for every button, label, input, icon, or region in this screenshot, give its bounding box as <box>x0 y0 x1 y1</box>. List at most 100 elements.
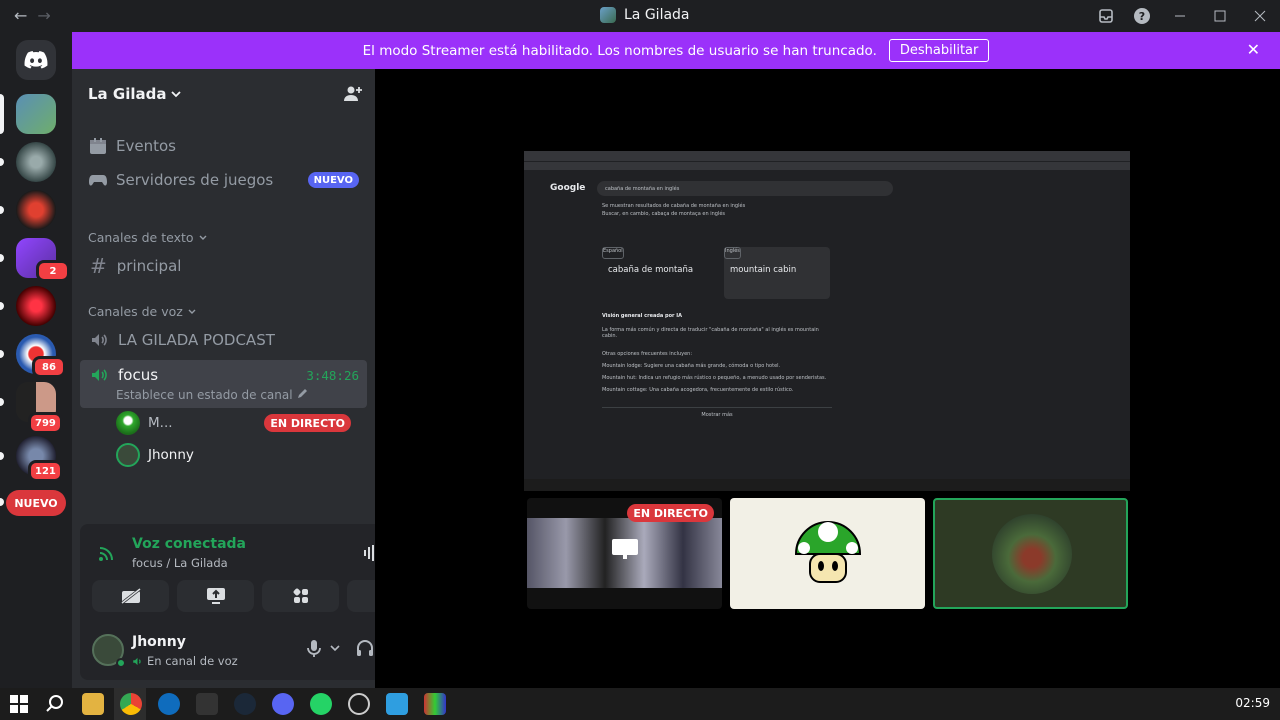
guild-icon-2[interactable] <box>16 142 56 182</box>
participant-tile-1[interactable] <box>730 498 925 609</box>
discord-icon[interactable] <box>272 693 294 715</box>
unread-pill <box>0 158 4 166</box>
headphones-icon[interactable] <box>355 638 375 658</box>
banner-message: El modo Streamer está habilitado. Los no… <box>362 42 877 59</box>
live-badge: EN DIRECTO <box>264 414 351 432</box>
screen-share-icon <box>206 588 225 604</box>
events-label: Eventos <box>116 137 176 155</box>
voice-channels-category[interactable]: Canales de voz <box>88 304 197 319</box>
new-guild-badge: NUEVO <box>6 490 66 516</box>
channel-principal[interactable]: # principal <box>80 250 367 282</box>
participant-tile-2[interactable] <box>933 498 1128 609</box>
source-box: Español cabaña de montaña <box>602 247 722 299</box>
participant-avatar <box>992 514 1072 594</box>
activities-icon <box>293 588 308 603</box>
channel-status[interactable]: Establece un estado de canal <box>116 388 308 402</box>
whatsapp-icon[interactable] <box>310 693 332 715</box>
winrar-icon[interactable] <box>424 693 446 715</box>
ai-overview-title: Visión general creada por IA <box>602 313 682 319</box>
chevron-down-icon <box>188 309 196 314</box>
channel-name: LA GILADA PODCAST <box>118 331 275 349</box>
inbox-icon[interactable] <box>1088 0 1124 32</box>
unread-pill <box>0 302 4 310</box>
server-icon <box>600 7 616 23</box>
source-text: cabaña de montaña <box>608 265 694 275</box>
game-servers-label: Servidores de juegos <box>116 171 274 189</box>
channel-status-text: Establece un estado de canal <box>116 388 293 402</box>
browser-tabs <box>524 151 1130 161</box>
stream-tile[interactable]: EN DIRECTO <box>527 498 722 609</box>
ai-overview-text: La forma más común y directa de traducir… <box>602 327 819 339</box>
ai-option: Mountain lodge: Sugiere una cabaña más g… <box>602 363 781 369</box>
voice-timer: 3:48:26 <box>306 368 359 383</box>
target-lang: Inglés <box>724 247 741 259</box>
voice-stage: Google cabaña de montaña en inglés Se mu… <box>375 69 1280 688</box>
edge-icon[interactable] <box>158 693 180 715</box>
text-channels-category[interactable]: Canales de texto <box>88 230 208 245</box>
unread-pill <box>0 254 4 262</box>
chrome-icon[interactable] <box>120 693 142 715</box>
forward-button[interactable]: → <box>37 6 50 25</box>
mention-badge: 799 <box>28 412 63 434</box>
ai-option: Mountain cottage: Una cabaña acogedora, … <box>602 387 794 393</box>
ai-other-options: Otras opciones frecuentes incluyen: <box>602 351 693 357</box>
unread-pill <box>0 398 4 406</box>
activities-button[interactable] <box>262 580 339 612</box>
photos-icon[interactable] <box>386 693 408 715</box>
user-status-text: En canal de voz <box>147 654 238 668</box>
camera-button[interactable] <box>92 580 169 612</box>
windows-start-icon[interactable] <box>8 693 30 715</box>
epic-games-icon[interactable] <box>196 693 218 715</box>
file-explorer-icon[interactable] <box>82 693 104 715</box>
channel-name: focus <box>118 366 159 384</box>
guild-la-gilada[interactable] <box>16 94 56 134</box>
minimize-button[interactable] <box>1160 0 1200 32</box>
new-badge: NUEVO <box>307 172 359 188</box>
invite-people-icon[interactable] <box>343 84 363 104</box>
voice-user[interactable]: M... EN DIRECTO <box>116 408 359 438</box>
show-more: Mostrar más <box>602 407 832 418</box>
game-servers-item[interactable]: Servidores de juegos NUEVO <box>80 164 367 196</box>
ai-overview: Visión general creada por IA La forma má… <box>602 313 832 453</box>
google-logo: Google <box>550 183 586 193</box>
maximize-button[interactable] <box>1200 0 1240 32</box>
search-icon[interactable] <box>44 693 66 715</box>
text-category-label: Canales de texto <box>88 230 194 245</box>
help-icon[interactable]: ? <box>1124 0 1160 32</box>
screen-share-stream[interactable]: Google cabaña de montaña en inglés Se mu… <box>524 151 1130 491</box>
chevron-down-icon[interactable] <box>329 642 341 654</box>
svg-text:?: ? <box>1139 10 1145 23</box>
back-button[interactable]: ← <box>14 6 27 25</box>
avatar <box>116 443 140 467</box>
discord-home-button[interactable] <box>16 40 56 80</box>
close-window-button[interactable] <box>1240 0 1280 32</box>
stream-results-note: Se muestran resultados de cabaña de mont… <box>602 203 746 209</box>
user-name[interactable]: Jhonny <box>132 634 186 650</box>
ai-option: Mountain hut: Indica un refugio más rúst… <box>602 375 827 381</box>
stream-search-box: cabaña de montaña en inglés <box>597 181 893 196</box>
hash-icon: # <box>90 254 107 278</box>
voice-channel-focus[interactable]: focus 3:48:26 Establece un estado de can… <box>80 360 367 408</box>
screen-share-button[interactable] <box>177 580 254 612</box>
windows-taskbar: 02:59 <box>0 688 1280 720</box>
guild-icon-5[interactable] <box>16 286 56 326</box>
target-box: Inglés mountain cabin <box>724 247 830 299</box>
voice-user-name: M... <box>148 415 173 431</box>
close-icon[interactable]: ✕ <box>1247 40 1260 59</box>
target-text: mountain cabin <box>730 265 797 275</box>
app-icon[interactable] <box>348 693 370 715</box>
events-item[interactable]: Eventos <box>80 130 367 162</box>
microphone-icon[interactable] <box>305 638 323 658</box>
online-status-dot <box>116 658 126 668</box>
voice-user[interactable]: Jhonny <box>116 440 359 470</box>
chevron-down-icon <box>199 235 207 240</box>
channel-sidebar: La Gilada Eventos Servidores de juegos N… <box>72 32 439 688</box>
guild-icon-3[interactable] <box>16 190 56 230</box>
disable-streamer-button[interactable]: Deshabilitar <box>888 39 990 62</box>
steam-icon[interactable] <box>234 693 256 715</box>
voice-connected-subtitle[interactable]: focus / La Gilada <box>132 556 228 570</box>
voice-channel-podcast[interactable]: LA GILADA PODCAST <box>80 324 367 356</box>
monitor-icon <box>612 539 638 559</box>
server-header[interactable]: La Gilada <box>88 82 363 106</box>
speaker-icon <box>133 657 141 665</box>
